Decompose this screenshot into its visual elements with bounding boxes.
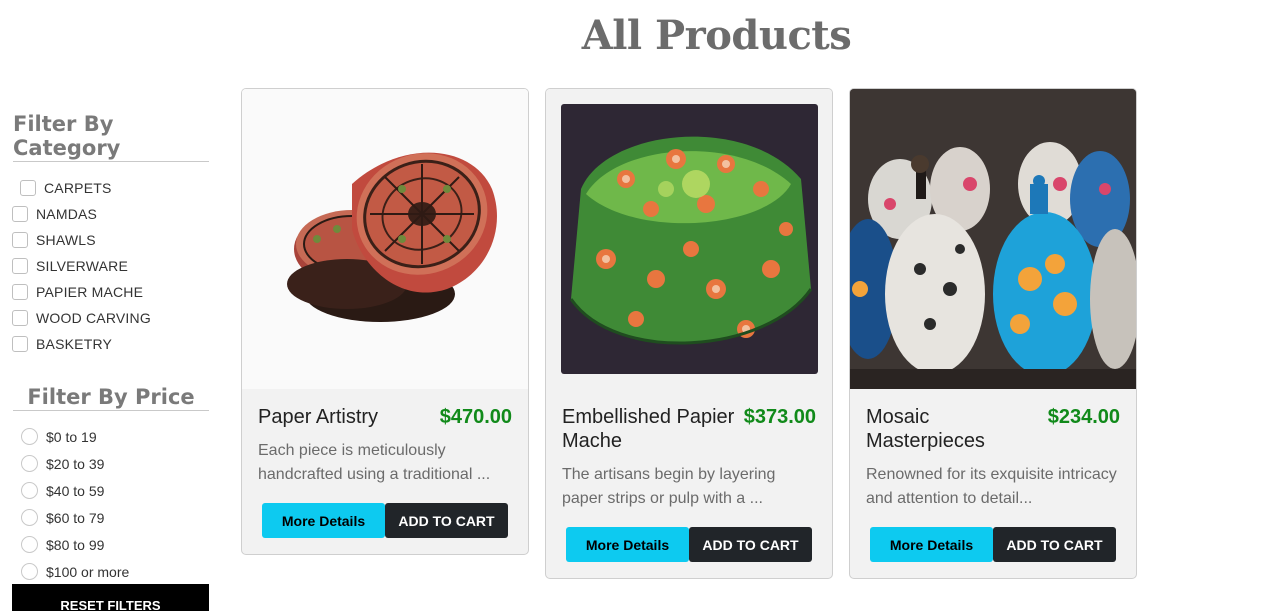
checkbox[interactable]: [12, 258, 28, 274]
product-image[interactable]: [850, 89, 1136, 389]
price-label: $80 to 99: [46, 536, 105, 553]
category-option-silverware[interactable]: SILVERWARE: [12, 253, 222, 279]
product-price: $373.00: [743, 406, 816, 428]
checkbox[interactable]: [12, 336, 28, 352]
category-option-basketry[interactable]: BASKETRY: [12, 331, 222, 357]
price-label: $60 to 79: [46, 509, 105, 526]
product-description: The artisans begin by layering paper str…: [562, 466, 776, 507]
product-image[interactable]: [242, 89, 528, 389]
more-details-button[interactable]: More Details: [566, 527, 689, 562]
category-option-papier-mache[interactable]: PAPIER MACHE: [12, 279, 222, 305]
category-option-namdas[interactable]: NAMDAS: [12, 201, 222, 227]
category-filter-heading: Filter By Category: [13, 112, 209, 162]
radio-button[interactable]: [21, 536, 38, 553]
checkbox[interactable]: [12, 206, 28, 222]
category-filter-list: CARPETS NAMDAS SHAWLS SILVERWARE PAPIER …: [0, 175, 222, 357]
radio-button[interactable]: [21, 482, 38, 499]
category-label: SHAWLS: [36, 232, 96, 248]
price-option-80-99[interactable]: $80 to 99: [21, 531, 222, 558]
price-filter-heading: Filter By Price: [13, 385, 209, 411]
product-description: Renowned for its exquisite intricacy and…: [866, 466, 1117, 507]
radio-button[interactable]: [21, 509, 38, 526]
product-name: Mosaic Masterpieces: [866, 406, 985, 452]
category-label: NAMDAS: [36, 206, 98, 222]
price-filter-list: $0 to 19 $20 to 39 $40 to 59 $60 to 79 $…: [0, 423, 222, 585]
radio-button[interactable]: [21, 563, 38, 580]
more-details-button[interactable]: More Details: [870, 527, 993, 562]
price-label: $100 or more: [46, 563, 130, 580]
radio-button[interactable]: [21, 428, 38, 445]
checkbox[interactable]: [20, 180, 36, 196]
product-price: $234.00: [1047, 406, 1120, 428]
price-option-60-79[interactable]: $60 to 79: [21, 504, 222, 531]
product-card: Paper Artistry $470.00 Each piece is met…: [241, 88, 529, 555]
checkbox[interactable]: [12, 284, 28, 300]
filter-sidebar: Filter By Category CARPETS NAMDAS SHAWLS…: [0, 112, 222, 585]
product-name: Paper Artistry: [258, 406, 379, 428]
price-option-20-39[interactable]: $20 to 39: [21, 450, 222, 477]
category-label: CARPETS: [44, 180, 112, 196]
category-option-wood-carving[interactable]: WOOD CARVING: [12, 305, 222, 331]
product-card: Embellished Papier Mache $373.00 The art…: [545, 88, 833, 579]
price-label: $20 to 39: [46, 455, 105, 472]
price-option-0-19[interactable]: $0 to 19: [21, 423, 222, 450]
price-label: $0 to 19: [46, 428, 97, 445]
add-to-cart-button[interactable]: ADD TO CART: [993, 527, 1116, 562]
checkbox[interactable]: [12, 310, 28, 326]
price-option-100-plus[interactable]: $100 or more: [21, 558, 222, 585]
product-description: Each piece is meticulously handcrafted u…: [258, 442, 491, 483]
product-name: Embellished Papier Mache: [562, 406, 735, 452]
add-to-cart-button[interactable]: ADD TO CART: [385, 503, 508, 538]
category-option-carpets[interactable]: CARPETS: [20, 175, 222, 201]
page-title: All Products: [581, 12, 852, 59]
product-card: Mosaic Masterpieces $234.00 Renowned for…: [849, 88, 1137, 579]
product-price: $470.00: [439, 406, 512, 428]
reset-filters-button[interactable]: RESET FILTERS: [12, 584, 209, 611]
price-label: $40 to 59: [46, 482, 105, 499]
category-option-shawls[interactable]: SHAWLS: [12, 227, 222, 253]
add-to-cart-button[interactable]: ADD TO CART: [689, 527, 812, 562]
checkbox[interactable]: [12, 232, 28, 248]
price-option-40-59[interactable]: $40 to 59: [21, 477, 222, 504]
category-label: BASKETRY: [36, 336, 113, 352]
radio-button[interactable]: [21, 455, 38, 472]
category-label: SILVERWARE: [36, 258, 128, 274]
more-details-button[interactable]: More Details: [262, 503, 385, 538]
category-label: PAPIER MACHE: [36, 284, 144, 300]
product-image[interactable]: [546, 89, 832, 389]
category-label: WOOD CARVING: [36, 310, 151, 326]
